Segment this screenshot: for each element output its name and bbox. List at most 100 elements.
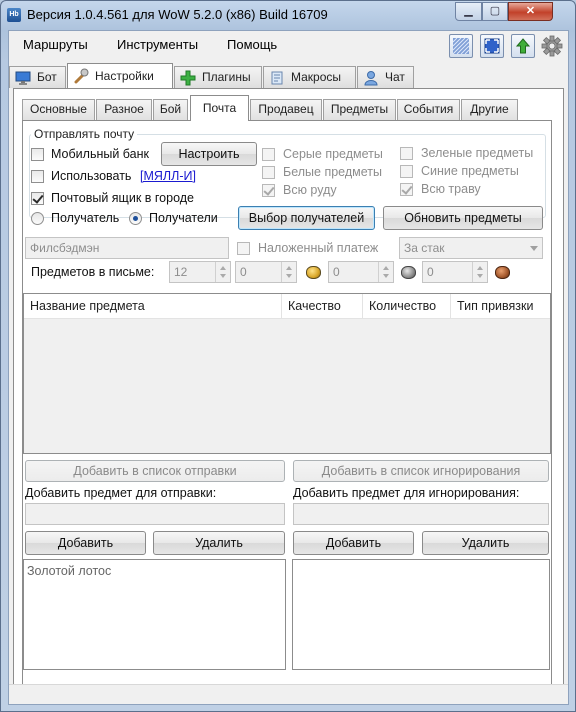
subtab-events[interactable]: События bbox=[397, 99, 460, 120]
tab-label: Настройки bbox=[95, 69, 154, 83]
silver-spinner[interactable]: 0 bbox=[328, 261, 394, 283]
subtab-mail[interactable]: Почта bbox=[190, 95, 249, 121]
maximize-button[interactable]: ▢ bbox=[482, 2, 508, 21]
list-item[interactable]: Золотой лотос bbox=[27, 564, 111, 578]
white-items-checkbox[interactable] bbox=[262, 166, 275, 179]
add-send-label: Добавить предмет для отправки: bbox=[25, 486, 217, 500]
spinner-arrows-icon[interactable] bbox=[378, 262, 393, 282]
tab-settings[interactable]: Настройки bbox=[67, 63, 173, 88]
white-items-label: Белые предметы bbox=[283, 165, 382, 179]
cod-mode-value: За стак bbox=[404, 241, 445, 255]
grid-button[interactable] bbox=[449, 34, 473, 58]
menu-help[interactable]: Помощь bbox=[227, 37, 277, 52]
ignore-item-input[interactable] bbox=[293, 503, 549, 525]
recipients-radio[interactable] bbox=[129, 212, 142, 225]
subtab-misc[interactable]: Разное bbox=[96, 99, 152, 120]
fullscreen-button[interactable] bbox=[480, 34, 504, 58]
recipients-label: Получатели bbox=[149, 211, 218, 225]
column-header-name[interactable]: Название предмета bbox=[24, 294, 282, 319]
add-ignore-label: Добавить предмет для игнорирования: bbox=[293, 486, 520, 500]
items-per-mail-spinner[interactable]: 12 bbox=[169, 261, 231, 283]
upload-button[interactable] bbox=[511, 34, 535, 58]
status-bar bbox=[9, 684, 568, 704]
tab-label: Бот bbox=[37, 70, 57, 84]
grid-icon bbox=[453, 38, 469, 54]
copper-coin-icon bbox=[495, 266, 510, 279]
maximize-icon: ▢ bbox=[489, 5, 501, 17]
fullscreen-icon bbox=[484, 38, 500, 54]
column-header-quality[interactable]: Качество bbox=[282, 294, 363, 319]
tab-label: Плагины bbox=[202, 70, 251, 84]
recipient-label: Получатель bbox=[51, 211, 120, 225]
spinner-arrows-icon[interactable] bbox=[472, 262, 487, 282]
silver-value: 0 bbox=[333, 265, 340, 279]
update-items-button[interactable]: Обновить предметы bbox=[383, 206, 543, 230]
gray-items-label: Серые предметы bbox=[283, 147, 383, 161]
tab-chat[interactable]: Чат bbox=[357, 66, 414, 88]
tab-label: Макросы bbox=[291, 70, 342, 84]
monitor-icon bbox=[15, 71, 31, 85]
menu-routes[interactable]: Маршруты bbox=[23, 37, 88, 52]
all-herbs-checkbox[interactable] bbox=[400, 183, 413, 196]
subtab-combat[interactable]: Бой bbox=[153, 99, 188, 120]
recipient-radio[interactable] bbox=[31, 212, 44, 225]
plus-icon bbox=[180, 70, 196, 86]
remove-ignore-button[interactable]: Удалить bbox=[422, 531, 549, 555]
items-per-mail-value: 12 bbox=[174, 265, 188, 279]
add-ignore-button[interactable]: Добавить bbox=[293, 531, 414, 555]
tab-macros[interactable]: Макросы bbox=[263, 66, 356, 88]
recipient-input[interactable]: Филсбэдмэн bbox=[25, 237, 229, 259]
app-icon: Hb bbox=[7, 8, 21, 22]
window-title: Версия 1.0.4.561 для WoW 5.2.0 (x86) Bui… bbox=[27, 7, 328, 22]
select-recipients-button[interactable]: Выбор получателей bbox=[238, 206, 375, 230]
blue-items-checkbox[interactable] bbox=[400, 165, 413, 178]
subtab-other[interactable]: Другие bbox=[461, 99, 518, 120]
items-list[interactable]: Название предмета Качество Количество Ти… bbox=[23, 293, 551, 454]
green-items-checkbox[interactable] bbox=[400, 147, 413, 160]
menu-tools[interactable]: Инструменты bbox=[117, 37, 198, 52]
all-ore-checkbox[interactable] bbox=[262, 184, 275, 197]
add-to-send-list-button[interactable]: Добавить в список отправки bbox=[25, 460, 285, 482]
configure-button[interactable]: Настроить bbox=[161, 142, 257, 166]
mobile-bank-checkbox[interactable] bbox=[31, 148, 44, 161]
scroll-icon bbox=[271, 71, 283, 85]
spinner-arrows-icon[interactable] bbox=[215, 262, 230, 282]
tab-label: Чат bbox=[385, 70, 405, 84]
column-header-quantity[interactable]: Количество bbox=[363, 294, 451, 319]
cod-mode-select[interactable]: За стак bbox=[399, 237, 543, 259]
settings-button[interactable] bbox=[541, 35, 563, 57]
close-button[interactable]: ✕ bbox=[508, 2, 553, 21]
city-mailbox-checkbox[interactable] bbox=[31, 192, 44, 205]
remove-send-button[interactable]: Удалить bbox=[153, 531, 285, 555]
city-mailbox-label: Почтовый ящик в городе bbox=[51, 191, 194, 205]
add-to-ignore-list-button[interactable]: Добавить в список игнорирования bbox=[293, 460, 549, 482]
spinner-arrows-icon[interactable] bbox=[281, 262, 296, 282]
minimize-button[interactable]: ▁ bbox=[455, 2, 482, 21]
send-item-input[interactable] bbox=[25, 503, 285, 525]
add-send-button[interactable]: Добавить bbox=[25, 531, 146, 555]
upload-arrow-icon bbox=[515, 38, 531, 54]
gray-items-checkbox[interactable] bbox=[262, 148, 275, 161]
copper-spinner[interactable]: 0 bbox=[422, 261, 488, 283]
use-checkbox[interactable] bbox=[31, 170, 44, 183]
tab-bot[interactable]: Бот bbox=[9, 66, 66, 88]
use-link[interactable]: [МЯЛЛ-И] bbox=[140, 169, 196, 183]
items-per-mail-label: Предметов в письме: bbox=[31, 265, 155, 279]
send-list[interactable]: Золотой лотос bbox=[23, 559, 286, 670]
title-bar[interactable]: Hb Версия 1.0.4.561 для WoW 5.2.0 (x86) … bbox=[1, 1, 575, 29]
settings-panel: Основные Разное Бой Почта Продавец Предм… bbox=[13, 88, 564, 704]
column-header-binding[interactable]: Тип привязки bbox=[451, 294, 550, 319]
ignore-list[interactable] bbox=[292, 559, 550, 670]
cod-checkbox[interactable] bbox=[237, 242, 250, 255]
group-title: Отправлять почту bbox=[31, 127, 138, 141]
mail-panel: Отправлять почту Мобильный банк Настроит… bbox=[22, 120, 552, 704]
subtab-general[interactable]: Основные bbox=[22, 99, 95, 120]
chevron-down-icon bbox=[530, 246, 538, 251]
client-area: Маршруты Инструменты Помощь Бот Настройк… bbox=[8, 30, 569, 705]
subtab-items[interactable]: Предметы bbox=[323, 99, 396, 120]
gold-spinner[interactable]: 0 bbox=[235, 261, 297, 283]
blue-items-label: Синие предметы bbox=[421, 164, 519, 178]
subtab-vendor[interactable]: Продавец bbox=[250, 99, 322, 120]
user-icon bbox=[364, 71, 378, 86]
tab-plugins[interactable]: Плагины bbox=[174, 66, 262, 88]
